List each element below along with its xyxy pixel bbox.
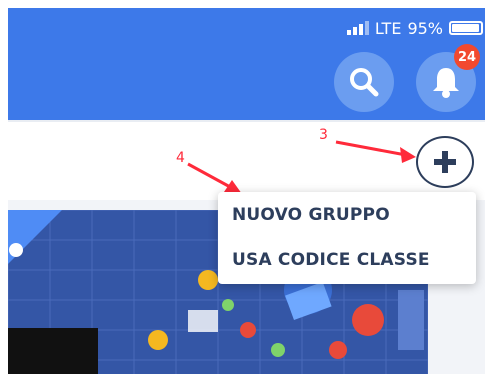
network-type: LTE	[374, 18, 402, 38]
search-icon	[350, 68, 379, 97]
menu-item-use-class-code[interactable]: USA CODICE CLASSE	[232, 250, 430, 270]
header-divider	[8, 120, 485, 122]
battery-icon	[449, 21, 483, 35]
menu-item-new-group[interactable]: NUOVO GRUPPO	[232, 205, 390, 225]
annotation-label-3: 3	[319, 127, 328, 143]
bell-icon	[433, 68, 459, 98]
battery-percent: 95%	[407, 18, 443, 38]
plus-icon	[434, 151, 456, 173]
notifications-button[interactable]: 24	[416, 44, 480, 112]
app-header: LTE 95% 24	[8, 8, 485, 120]
notification-count-badge: 24	[454, 44, 480, 70]
add-button[interactable]	[416, 136, 474, 188]
add-menu-dropdown: NUOVO GRUPPO USA CODICE CLASSE	[218, 192, 476, 284]
status-bar: LTE 95%	[346, 16, 485, 40]
search-button[interactable]	[334, 52, 394, 112]
annotation-arrow-3	[335, 140, 416, 163]
signal-icon	[346, 21, 369, 35]
